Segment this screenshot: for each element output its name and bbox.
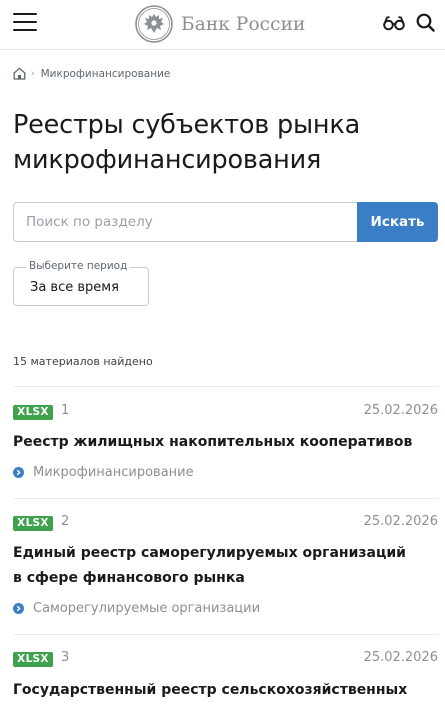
period-select[interactable]: Выберите период За все время xyxy=(13,260,149,306)
period-select-value: За все время xyxy=(30,280,119,295)
item-date: 25.02.2026 xyxy=(363,514,438,529)
search-input[interactable] xyxy=(13,202,358,242)
search-button[interactable]: Искать xyxy=(357,202,438,242)
item-number: 3 xyxy=(61,650,70,665)
file-format-badge: XLSX xyxy=(13,516,53,531)
item-date: 25.02.2026 xyxy=(363,650,438,665)
page-title: Реестры субъектов рынка микрофинансирова… xyxy=(13,110,361,175)
item-date: 25.02.2026 xyxy=(363,403,438,418)
item-title[interactable]: Единый реестр саморегулируемых организац… xyxy=(13,541,423,591)
file-format-badge: XLSX xyxy=(13,652,53,667)
glasses-icon[interactable] xyxy=(383,15,405,31)
results-count: 15 материалов найдено xyxy=(13,355,153,368)
section-search: Искать xyxy=(13,202,438,242)
period-select-label: Выберите период xyxy=(26,260,131,272)
list-item: XLSX 1 25.02.2026 Реестр жилищных накопи… xyxy=(13,386,438,498)
category-arrow-icon xyxy=(13,467,24,478)
bank-emblem-icon xyxy=(135,5,173,43)
breadcrumb-current[interactable]: Микрофинансирование xyxy=(41,68,171,80)
category-arrow-icon xyxy=(13,603,24,614)
home-icon[interactable] xyxy=(13,67,26,80)
search-icon[interactable] xyxy=(416,13,435,32)
site-header: Банк России xyxy=(0,0,445,50)
hamburger-menu-icon[interactable] xyxy=(13,13,37,31)
breadcrumb: › Микрофинансирование xyxy=(13,67,170,80)
item-title-line: Единый реестр саморегулируемых организац… xyxy=(13,545,406,561)
file-format-badge: XLSX xyxy=(13,405,53,420)
logo-text: Банк России xyxy=(181,13,306,35)
list-item: XLSX 3 25.02.2026 Государственный реестр… xyxy=(13,634,438,707)
item-category[interactable]: Микрофинансирование xyxy=(13,465,194,480)
item-number: 1 xyxy=(61,403,70,418)
item-number: 2 xyxy=(61,514,70,529)
site-logo[interactable]: Банк России xyxy=(135,4,305,44)
breadcrumb-separator-icon: › xyxy=(31,68,35,79)
item-category-label: Микрофинансирование xyxy=(33,465,194,480)
item-category-label: Саморегулируемые организации xyxy=(33,601,261,616)
item-title[interactable]: Государственный реестр сельскохозяйствен… xyxy=(13,678,423,703)
item-title[interactable]: Реестр жилищных накопительных кооператив… xyxy=(13,430,423,455)
item-category[interactable]: Саморегулируемые организации xyxy=(13,601,260,616)
list-item: XLSX 2 25.02.2026 Единый реестр саморегу… xyxy=(13,498,438,634)
item-title-line: в сфере финансового рынка xyxy=(13,570,245,586)
